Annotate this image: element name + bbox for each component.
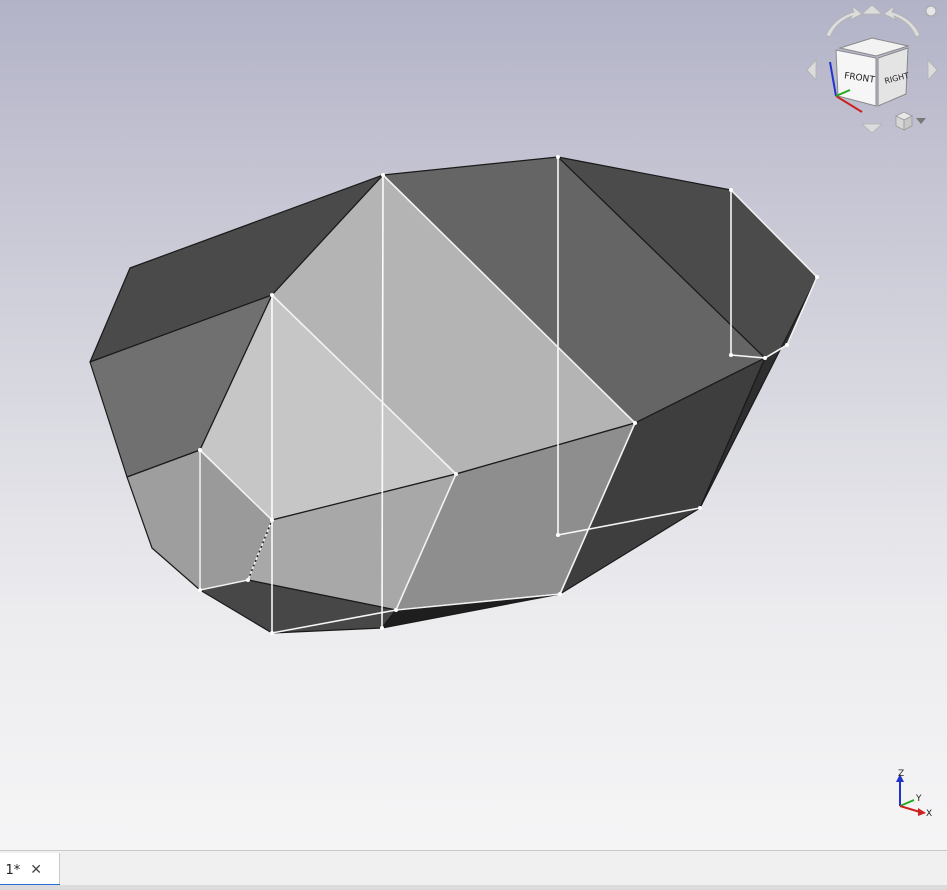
view-menu-icon[interactable]	[895, 111, 926, 131]
status-bar	[0, 885, 947, 890]
axis-x-line	[899, 805, 921, 813]
3d-viewport[interactable]: FRONT RIGHT Z Y X	[0, 0, 947, 850]
axis-z-label: Z	[898, 769, 904, 779]
rotate-left-icon[interactable]	[825, 4, 863, 38]
polyhedron-model[interactable]	[89, 156, 818, 634]
rotate-right-icon[interactable]	[883, 4, 921, 38]
axis-y-label: Y	[915, 794, 922, 804]
arrow-down-icon[interactable]	[860, 123, 884, 134]
axis-x-label: X	[926, 809, 932, 819]
document-tab-label: : 1*	[0, 862, 21, 878]
close-icon[interactable]	[925, 5, 937, 17]
axis-y-line	[899, 799, 915, 807]
navigation-cube[interactable]: FRONT RIGHT	[800, 0, 947, 140]
close-icon[interactable]: ✕	[30, 862, 42, 878]
arrow-left-icon[interactable]	[806, 58, 817, 82]
document-tab-bar: : 1* ✕	[0, 850, 947, 890]
cube-axis-z	[829, 61, 837, 97]
document-tab[interactable]: : 1* ✕	[0, 853, 60, 887]
axis-x-arrow	[918, 808, 926, 816]
arrow-up-icon[interactable]	[860, 4, 884, 15]
axis-indicator: Z Y X	[896, 769, 932, 819]
arrow-right-icon[interactable]	[927, 58, 938, 82]
